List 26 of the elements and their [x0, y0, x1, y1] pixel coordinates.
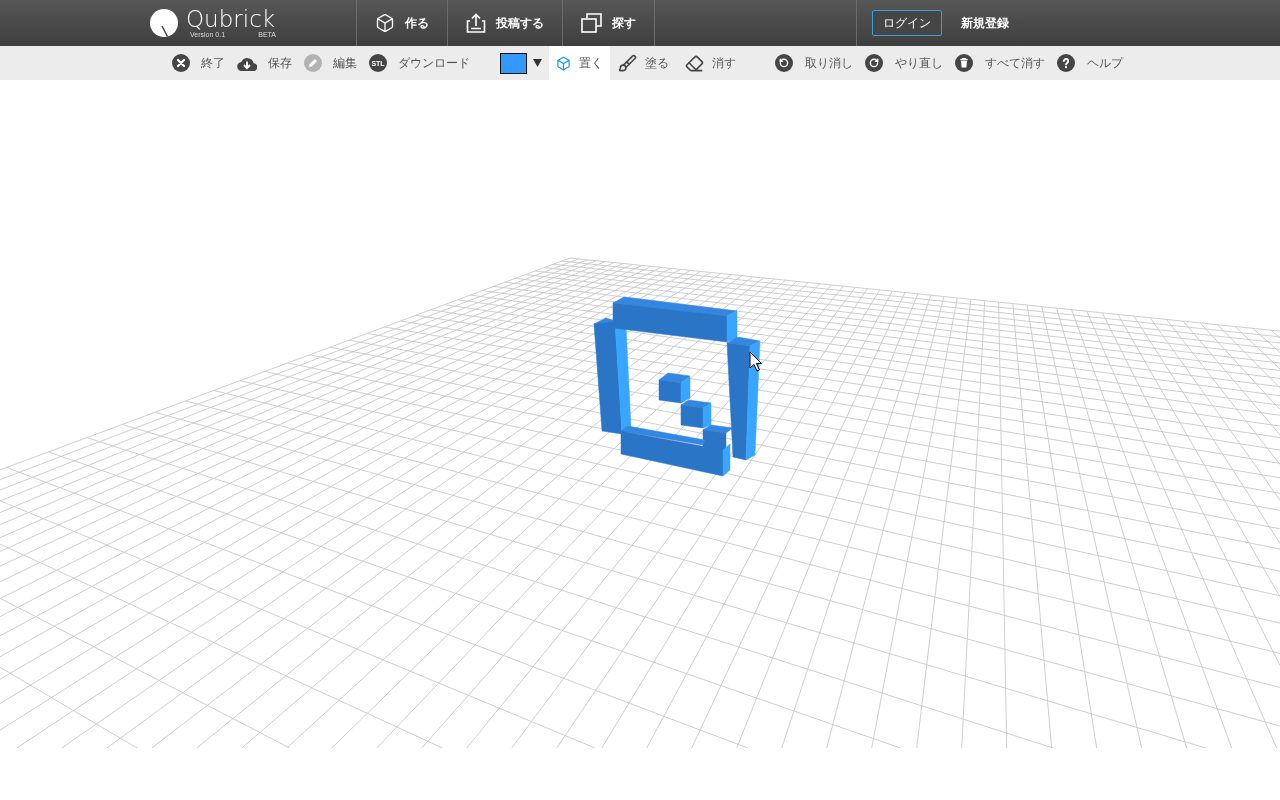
logo-icon [150, 9, 178, 37]
upload-icon [466, 13, 486, 33]
save-button[interactable]: 保存 [237, 54, 292, 72]
help-icon [1057, 54, 1075, 72]
brush-icon [618, 53, 637, 73]
signup-link[interactable]: 新規登録 [961, 14, 1009, 32]
help-button[interactable]: ヘルプ [1057, 54, 1123, 72]
cube-icon [375, 13, 395, 33]
undo-icon [775, 54, 793, 72]
stacked-windows-icon [581, 13, 602, 33]
login-button[interactable]: ログイン [872, 10, 942, 36]
undo-button[interactable]: 取り消し [775, 54, 853, 72]
tool-tab[interactable]: 塗る [610, 46, 677, 80]
caret-down-icon[interactable] [533, 59, 542, 67]
trash-icon [955, 54, 973, 72]
color-swatch[interactable] [500, 52, 527, 74]
logo-wordmark: Qubrick [186, 7, 276, 31]
cube-icon [556, 55, 571, 71]
tool-tab[interactable]: 消す [677, 46, 744, 80]
redo-icon [865, 54, 883, 72]
redo-button[interactable]: やり直し [865, 54, 943, 72]
clear-all-button[interactable]: すべて消す [955, 54, 1045, 72]
eraser-icon [685, 53, 704, 73]
tool-tab[interactable]: 置く [549, 46, 610, 80]
exit-button[interactable]: 終了 [172, 54, 225, 72]
pointer-icon [749, 351, 762, 372]
